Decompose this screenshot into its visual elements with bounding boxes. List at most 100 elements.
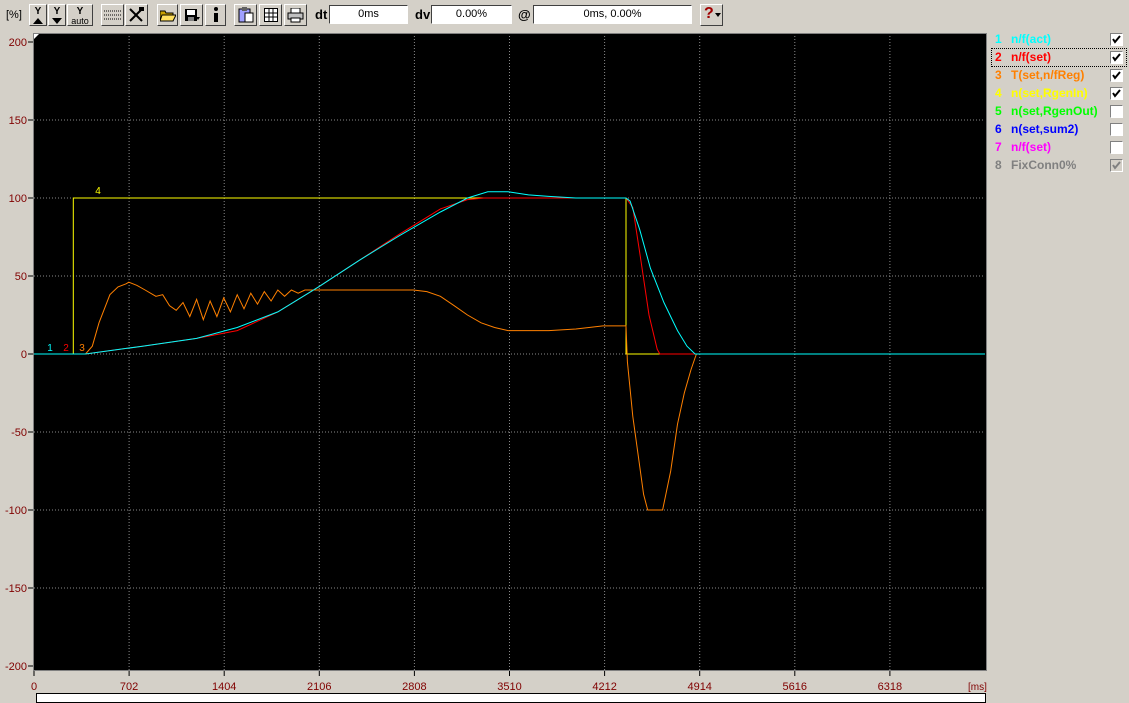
legend-item-8[interactable]: 8 FixConn0% [992, 157, 1126, 174]
legend-item-checkbox[interactable] [1110, 69, 1123, 82]
legend-item-4[interactable]: 4 n(set,RgenIn) [992, 85, 1126, 102]
dv-label: dv [415, 7, 431, 22]
legend-item-checkbox[interactable] [1110, 51, 1123, 64]
x-tick-label: 2106 [307, 681, 331, 693]
legend-item-checkbox[interactable] [1110, 33, 1123, 46]
legend-item-checkbox [1110, 159, 1123, 172]
arrow-down-icon [52, 18, 62, 24]
x-tick-label: 4914 [687, 681, 711, 693]
x-unit-label: [ms] [968, 682, 987, 693]
y-axis: 200 150 100 50 0 -50 -100 -150 -200 [5, 37, 33, 673]
y-zoom-out-button[interactable]: Y [48, 4, 66, 26]
y-zoom-in-label: Y [34, 6, 42, 17]
cursor-field[interactable]: 0ms, 0.00% [533, 5, 692, 24]
y-tick-label: -150 [5, 583, 27, 595]
checkmark-icon [1112, 89, 1121, 98]
tools-icon [129, 7, 144, 22]
legend-item-label: n(set,sum2) [1011, 122, 1079, 136]
printer-icon [287, 8, 304, 23]
dt-field[interactable]: 0ms [329, 5, 408, 24]
legend-item-label: n/f(set) [1011, 140, 1051, 154]
cursor-label: @ [518, 7, 531, 22]
checkmark-icon [1112, 53, 1121, 62]
legend-item-number: 7 [995, 140, 1002, 154]
save-disk-icon [184, 9, 200, 21]
y-tick-label: 100 [9, 193, 27, 205]
grid-lines-icon [104, 10, 121, 20]
legend-item-3[interactable]: 3 T(set,n/fReg) [992, 67, 1126, 84]
toolbar: [%] Y Y Y auto dt 0ms dv 0.00% @ 0ms, 0.… [0, 0, 1129, 30]
x-tick-label: 4212 [592, 681, 616, 693]
arrow-up-icon [33, 18, 43, 24]
legend-item-checkbox[interactable] [1110, 123, 1123, 136]
legend-item-number: 1 [995, 32, 1002, 46]
y-tick-label: 150 [9, 115, 27, 127]
series-marker-4: 4 [95, 186, 101, 197]
y-tick-label: -100 [5, 505, 27, 517]
legend-item-label: T(set,n/fReg) [1011, 68, 1085, 82]
x-tick-label: 5616 [783, 681, 807, 693]
legend-item-number: 3 [995, 68, 1002, 82]
checkmark-icon [1112, 161, 1121, 170]
legend-item-6[interactable]: 6 n(set,sum2) [992, 121, 1126, 138]
print-button[interactable] [284, 4, 307, 26]
dropdown-arrow-icon [715, 13, 721, 17]
grid-button[interactable] [101, 4, 124, 26]
dt-label: dt [315, 7, 328, 22]
y-tick-label: -50 [11, 427, 27, 439]
legend-item-number: 6 [995, 122, 1002, 136]
help-label: ? [704, 5, 714, 22]
legend-item-1[interactable]: 1 n/f(act) [992, 31, 1126, 48]
legend-item-label: n(set,RgenIn) [1011, 86, 1088, 100]
y-tick-label: 50 [15, 271, 27, 283]
y-auto-button[interactable]: Y auto [67, 4, 93, 26]
x-tick-label: 0 [31, 681, 37, 693]
y-zoom-in-button[interactable]: Y [29, 4, 47, 26]
legend-item-checkbox[interactable] [1110, 87, 1123, 100]
legend-item-label: n/f(set) [1011, 50, 1051, 64]
copy-button[interactable] [234, 4, 257, 26]
x-tick-label: 6318 [878, 681, 902, 693]
y-tick-label: -200 [5, 661, 27, 673]
x-tick-label: 702 [120, 681, 138, 693]
info-icon [213, 7, 218, 22]
legend-item-number: 2 [995, 50, 1002, 64]
y-zoom-out-label: Y [53, 6, 61, 17]
time-scrollbar[interactable] [36, 693, 986, 703]
legend-item-number: 5 [995, 104, 1002, 118]
x-tick-label: 3510 [497, 681, 521, 693]
legend-item-number: 8 [995, 158, 1002, 172]
save-button[interactable] [180, 4, 203, 26]
legend-item-label: n(set,RgenOut) [1011, 104, 1098, 118]
series-marker-3: 3 [79, 343, 85, 354]
tools-button[interactable] [125, 4, 148, 26]
folder-open-icon [159, 10, 176, 22]
y-tick-label: 0 [21, 349, 27, 361]
checkmark-icon [1112, 71, 1121, 80]
info-button[interactable] [205, 4, 226, 26]
x-tick-label: 2808 [402, 681, 426, 693]
legend-panel: 1 n/f(act) 2 n/f(set) 3 T(set,n/fReg) 4 n(set,R… [990, 30, 1129, 703]
x-axis: 0 702 1404 2106 2808 3510 4212 4914 5616 6318 [31, 671, 902, 693]
y-tick-label: 200 [9, 37, 27, 49]
chart-plot[interactable]: 200 150 100 50 0 -50 -100 -150 -200 0 702 1404 2106… [0, 30, 990, 703]
series-marker-2: 2 [63, 343, 69, 354]
legend-item-label: n/f(act) [1011, 32, 1051, 46]
x-tick-label: 1404 [212, 681, 236, 693]
table-icon [263, 8, 278, 22]
y-unit-label: [%] [6, 9, 22, 21]
legend-item-2[interactable]: 2 n/f(set) [991, 48, 1127, 67]
y-auto-label-bottom: auto [71, 16, 89, 26]
legend-item-checkbox[interactable] [1110, 105, 1123, 118]
legend-item-7[interactable]: 7 n/f(set) [992, 139, 1126, 156]
dv-field[interactable]: 0.00% [431, 5, 512, 24]
legend-item-checkbox[interactable] [1110, 141, 1123, 154]
series-marker-1: 1 [47, 343, 53, 354]
checkmark-icon [1112, 35, 1121, 44]
open-button[interactable] [157, 4, 178, 26]
help-button[interactable]: ? [700, 4, 723, 26]
legend-item-number: 4 [995, 86, 1002, 100]
legend-item-label: FixConn0% [1011, 158, 1077, 172]
legend-item-5[interactable]: 5 n(set,RgenOut) [992, 103, 1126, 120]
table-button[interactable] [259, 4, 282, 26]
